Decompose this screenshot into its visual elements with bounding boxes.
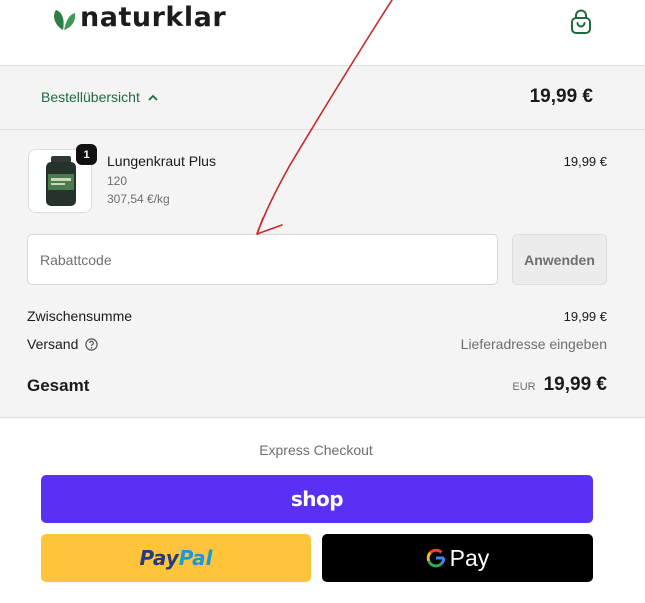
shipping-row: Versand	[27, 336, 99, 352]
express-checkout-heading: Express Checkout	[259, 442, 373, 458]
total-value: 19,99 €	[543, 374, 607, 395]
leaf-icon	[54, 9, 76, 30]
cart-button[interactable]	[568, 9, 594, 37]
quantity-badge: 1	[76, 144, 97, 165]
header: naturklar	[0, 0, 645, 66]
total-label: Gesamt	[27, 376, 90, 395]
shipping-label: Versand	[27, 336, 79, 352]
subtotal-value: 19,99 €	[563, 309, 607, 324]
subtotal-label: Zwischensumme	[27, 308, 133, 324]
paypal-logo-part2: Pal	[178, 546, 213, 570]
product-price: 19,99 €	[563, 154, 607, 169]
shipping-value: Lieferadresse eingeben	[460, 336, 607, 352]
paypal-logo-part1: Pay	[139, 546, 179, 570]
paypal-logo: PayPal	[139, 546, 212, 570]
order-summary-toggle-label: Bestellübersicht	[41, 89, 140, 105]
order-summary-toggle[interactable]: Bestellübersicht	[41, 89, 158, 105]
chevron-up-icon	[148, 94, 158, 101]
paypal-button[interactable]: PayPal	[41, 534, 311, 582]
currency-code: EUR	[512, 381, 536, 393]
order-summary-bar: Bestellübersicht 19,99 €	[0, 66, 645, 130]
shopping-bag-icon	[571, 9, 591, 34]
product-unit-price: 307,54 €/kg	[107, 192, 170, 206]
shop-pay-logo: shop	[290, 487, 344, 511]
total-amount: EUR 19,99 €	[512, 374, 607, 396]
discount-code-input[interactable]	[27, 234, 498, 285]
google-pay-button[interactable]: Pay	[322, 534, 593, 582]
order-summary-details: 1 Lungenkraut Plus 120 307,54 €/kg 19,99…	[0, 130, 645, 418]
brand-name: naturklar	[80, 2, 227, 33]
shop-pay-button[interactable]: shop	[41, 475, 593, 523]
question-circle-icon[interactable]	[85, 337, 99, 351]
product-variant: 120	[107, 174, 128, 188]
order-summary-total: 19,99 €	[529, 86, 593, 107]
product-name: Lungenkraut Plus	[107, 153, 216, 169]
google-pay-label: Pay	[449, 544, 490, 571]
brand-logo[interactable]: naturklar	[50, 2, 226, 33]
google-g-icon	[426, 548, 445, 568]
apply-discount-button[interactable]: Anwenden	[512, 234, 607, 285]
checkout-page: naturklar Bestellübersicht 19,99 € 1 Lun…	[0, 0, 645, 603]
